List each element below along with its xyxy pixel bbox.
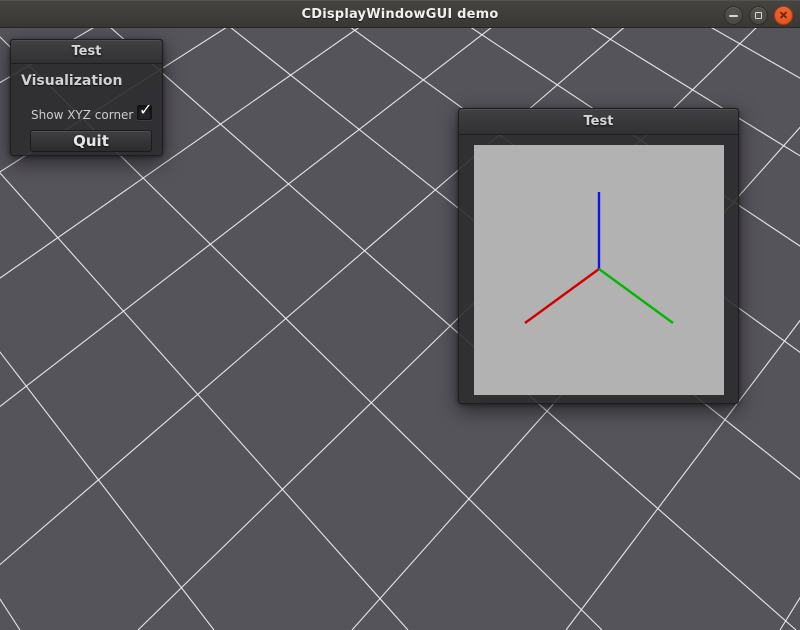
os-titlebar[interactable]: CDisplayWindowGUI demo	[0, 0, 800, 28]
maximize-button[interactable]	[749, 6, 768, 25]
control-panel-title: Test	[72, 44, 102, 59]
checkmark-icon: ✓	[139, 102, 152, 118]
grid-line	[780, 28, 800, 630]
minimize-button[interactable]	[724, 6, 743, 25]
window-controls	[724, 1, 793, 29]
minimize-icon	[729, 15, 738, 17]
show-xyz-corner-label: Show XYZ corner	[31, 108, 133, 122]
visualization-section-label: Visualization	[21, 73, 122, 89]
xyz-corner-canvas[interactable]	[474, 145, 724, 395]
control-panel-window: Test Visualization Show XYZ corner ✓ Qui…	[10, 39, 163, 156]
show-xyz-corner-checkbox[interactable]: ✓	[137, 105, 152, 120]
test-subwindow: Test	[458, 108, 739, 404]
control-panel-header[interactable]: Test	[11, 40, 162, 64]
close-button[interactable]	[774, 6, 793, 25]
test-subwindow-title: Test	[584, 114, 614, 129]
quit-button[interactable]: Quit	[30, 130, 152, 152]
maximize-icon	[755, 12, 762, 19]
window-title: CDisplayWindowGUI demo	[301, 7, 498, 22]
application-window: CDisplayWindowGUI demo Test Visualizatio…	[0, 0, 800, 630]
test-subwindow-header[interactable]: Test	[459, 109, 738, 135]
